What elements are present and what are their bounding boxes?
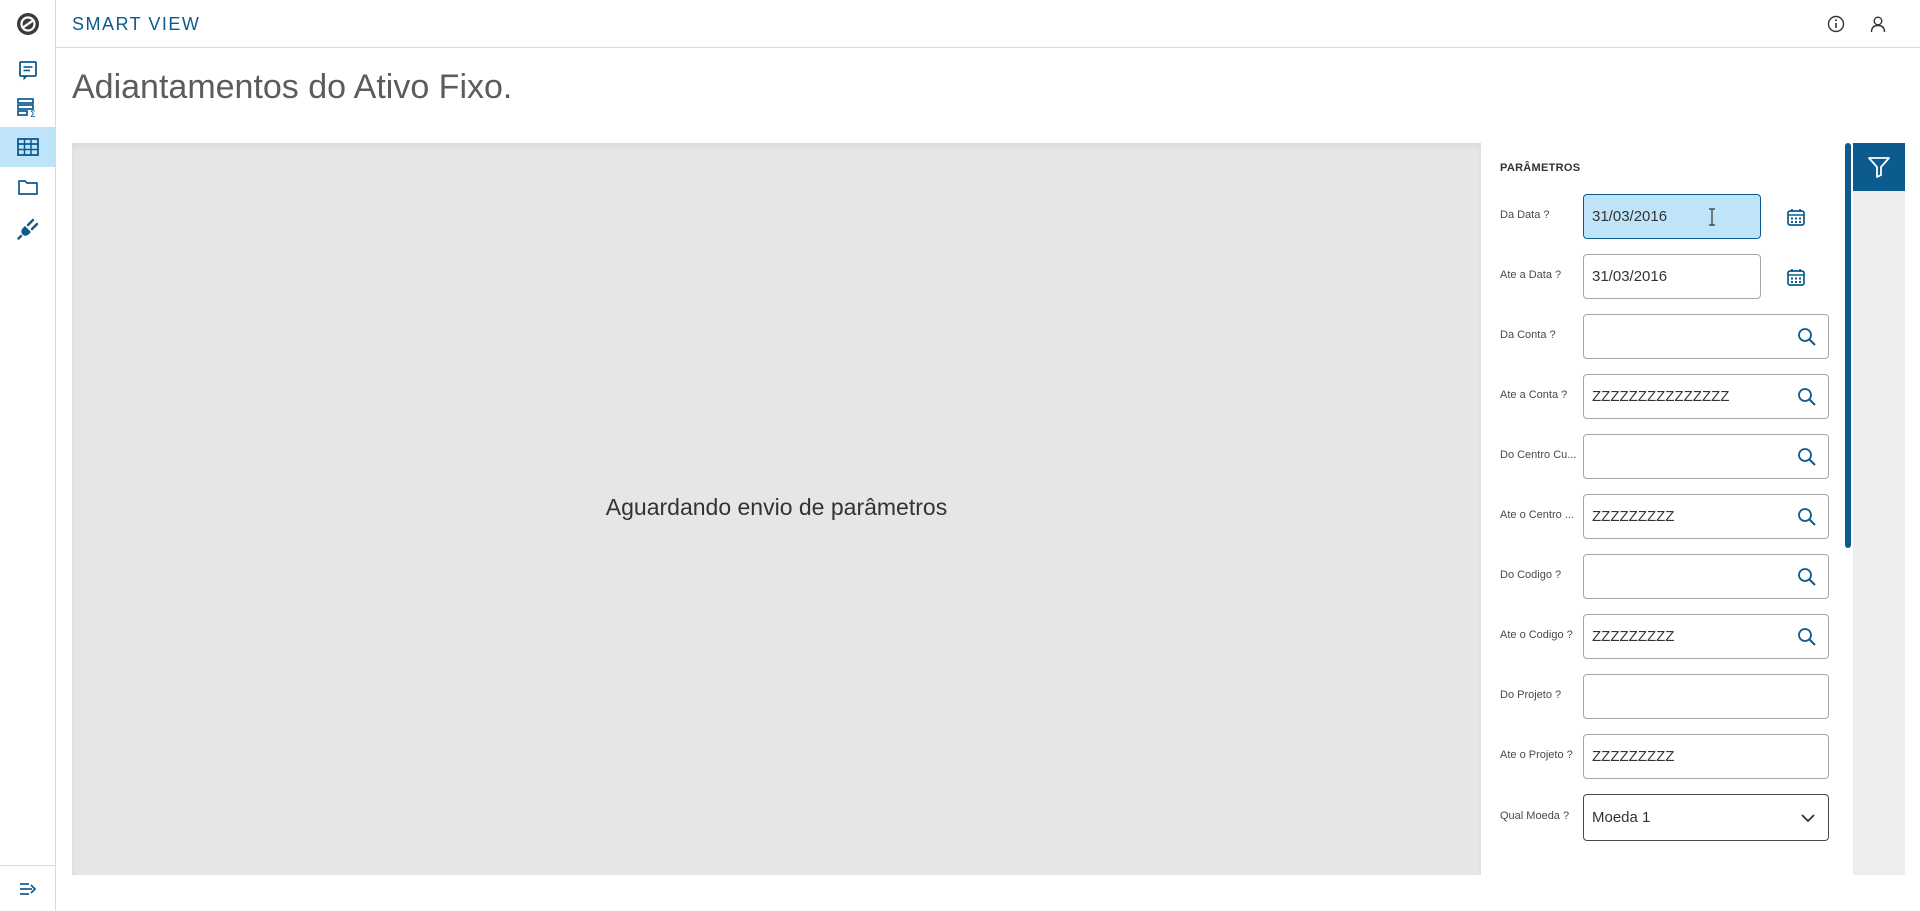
param-row-ate-a-data: Ate a Data ? 31/03/2016 (1481, 254, 1852, 300)
report-content-area: Aguardando envio de parâmetros (72, 143, 1481, 875)
selected-value: Moeda 1 (1592, 809, 1651, 826)
ate-a-data-calendar-button[interactable] (1784, 265, 1808, 289)
param-row-ate-o-projeto: Ate o Projeto ? ZZZZZZZZZ (1481, 734, 1852, 780)
search-icon (1798, 628, 1816, 646)
param-row-ate-o-centro-custo: Ate o Centro ... ZZZZZZZZZ (1481, 494, 1852, 540)
param-row-ate-o-codigo: Ate o Codigo ? ZZZZZZZZZ (1481, 614, 1852, 660)
ate-a-conta-search-button[interactable] (1796, 386, 1818, 408)
filter-rail (1853, 143, 1905, 875)
folder-icon (17, 180, 38, 195)
da-data-input[interactable]: 31/03/2016 (1583, 194, 1761, 239)
user-button[interactable] (1866, 12, 1890, 36)
ate-o-centro-custo-search-button[interactable] (1796, 506, 1818, 528)
param-row-da-conta: Da Conta ? (1481, 314, 1852, 360)
reports-icon (18, 61, 37, 81)
top-header: SMART VIEW (56, 0, 1920, 48)
param-row-ate-a-conta: Ate a Conta ? ZZZZZZZZZZZZZZZ (1481, 374, 1852, 420)
field-value: ZZZZZZZZZ (1592, 508, 1675, 525)
page-title: Adiantamentos do Ativo Fixo. (72, 68, 513, 106)
brand-title: SMART VIEW (72, 14, 201, 34)
param-label: Ate o Centro ... (1500, 509, 1574, 521)
svg-text:Σ: Σ (30, 110, 36, 118)
param-row-qual-moeda: Qual Moeda ? Moeda 1 (1481, 794, 1852, 841)
search-icon (1798, 388, 1816, 406)
param-row-do-centro-custo: Do Centro Cu... (1481, 434, 1852, 480)
sidebar-collapse-button[interactable] (0, 865, 55, 911)
sidebar-item-summary[interactable]: Σ (0, 87, 55, 127)
ate-o-codigo-input[interactable]: ZZZZZZZZZ (1583, 614, 1829, 659)
info-icon (1827, 15, 1845, 33)
search-icon (1798, 508, 1816, 526)
ate-o-codigo-search-button[interactable] (1796, 626, 1818, 648)
plug-icon (16, 218, 38, 240)
text-cursor-icon (1709, 208, 1715, 226)
param-row-da-data: Da Data ? 31/03/2016 (1481, 194, 1852, 240)
param-label: Da Conta ? (1500, 329, 1556, 341)
param-label: Ate a Conta ? (1500, 389, 1568, 401)
qual-moeda-select[interactable]: Moeda 1 (1583, 794, 1829, 841)
do-centro-custo-input[interactable] (1583, 434, 1829, 479)
field-value: ZZZZZZZZZ (1592, 628, 1675, 645)
search-icon (1798, 328, 1816, 346)
user-icon (1870, 16, 1886, 33)
param-label: Da Data ? (1500, 209, 1550, 221)
param-label: Do Codigo ? (1500, 569, 1562, 581)
app-root: Σ SMART VIEW Adiantamentos do Ativo Fixo… (0, 0, 1920, 911)
ate-a-data-input[interactable]: 31/03/2016 (1583, 254, 1761, 299)
info-button[interactable] (1824, 12, 1848, 36)
parameters-scrollbar-thumb[interactable] (1845, 143, 1851, 548)
do-codigo-search-button[interactable] (1796, 566, 1818, 588)
da-conta-search-button[interactable] (1796, 326, 1818, 348)
field-value: 31/03/2016 (1592, 208, 1668, 225)
summary-table-icon: Σ (16, 98, 36, 118)
sidebar-item-folder[interactable] (0, 167, 55, 207)
param-label: Ate o Projeto ? (1500, 749, 1573, 761)
chevron-down-icon (1801, 813, 1815, 822)
search-icon (1798, 568, 1816, 586)
do-centro-custo-search-button[interactable] (1796, 446, 1818, 468)
param-label: Do Centro Cu... (1500, 449, 1577, 461)
field-value: ZZZZZZZZZZZZZZZ (1592, 388, 1730, 405)
da-data-calendar-button[interactable] (1784, 205, 1808, 229)
waiting-message: Aguardando envio de parâmetros (605, 493, 948, 520)
sidebar-item-plug[interactable] (0, 209, 55, 249)
parameters-title: PARÂMETROS (1500, 162, 1581, 174)
sidebar-item-reports[interactable] (0, 50, 55, 90)
do-projeto-input[interactable] (1583, 674, 1829, 719)
field-value: 31/03/2016 (1592, 268, 1668, 285)
parameters-panel: PARÂMETROS Da Data ? 31/03/2016 Ate a Da… (1481, 143, 1852, 875)
ate-a-conta-input[interactable]: ZZZZZZZZZZZZZZZ (1583, 374, 1829, 419)
search-icon (1798, 448, 1816, 466)
filter-icon (1868, 157, 1890, 178)
ate-o-centro-custo-input[interactable]: ZZZZZZZZZ (1583, 494, 1829, 539)
do-codigo-input[interactable] (1583, 554, 1829, 599)
da-conta-input[interactable] (1583, 314, 1829, 359)
menu-collapse-icon (19, 882, 36, 895)
param-label: Ate o Codigo ? (1500, 629, 1573, 641)
sidebar: Σ (0, 0, 56, 911)
ate-o-projeto-input[interactable]: ZZZZZZZZZ (1583, 734, 1829, 779)
param-label: Qual Moeda ? (1500, 810, 1570, 822)
param-row-do-codigo: Do Codigo ? (1481, 554, 1852, 600)
logo-icon (17, 12, 39, 35)
calendar-icon (1787, 209, 1805, 226)
sidebar-item-grid[interactable] (0, 127, 55, 167)
param-row-do-projeto: Do Projeto ? (1481, 674, 1852, 720)
app-logo[interactable] (0, 0, 56, 47)
grid-table-icon (16, 138, 39, 156)
param-label: Do Projeto ? (1500, 689, 1562, 701)
calendar-icon (1787, 269, 1805, 286)
param-label: Ate a Data ? (1500, 269, 1562, 281)
field-value: ZZZZZZZZZ (1592, 748, 1675, 765)
filter-toggle-button[interactable] (1853, 143, 1905, 191)
